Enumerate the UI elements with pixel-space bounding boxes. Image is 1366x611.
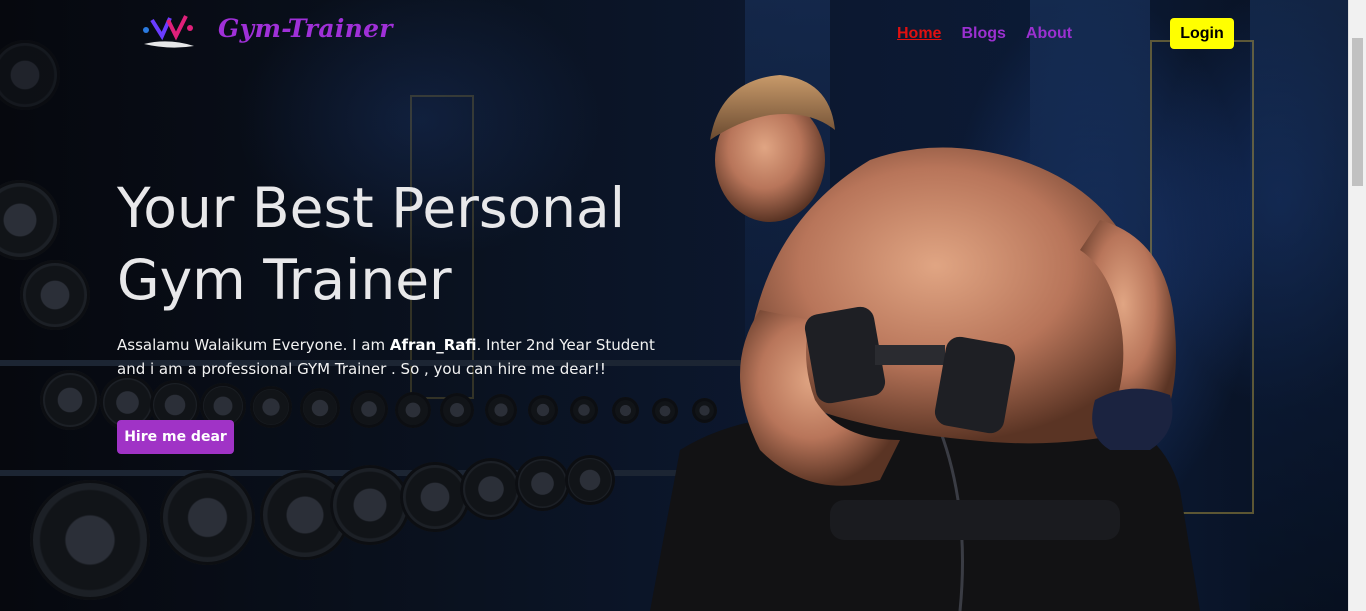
page: Gym-Trainer Home Blogs About Login Your … (0, 0, 1366, 611)
hero-description: Assalamu Walaikum Everyone. I am Afran_R… (117, 333, 662, 381)
hire-me-button[interactable]: Hire me dear (117, 420, 234, 454)
nav-link-about[interactable]: About (1026, 25, 1072, 43)
hero-title-line-1: Your Best Personal (117, 176, 625, 240)
nav-link-home[interactable]: Home (897, 25, 941, 43)
login-button[interactable]: Login (1170, 18, 1234, 49)
brand-logo-icon[interactable] (138, 12, 198, 54)
athlete-photo (650, 75, 1200, 611)
scrollbar-thumb[interactable] (1352, 38, 1363, 186)
hero-title-line-2: Gym Trainer (117, 248, 452, 312)
main-nav: Home Blogs About (897, 25, 1072, 43)
vertical-scrollbar[interactable] (1348, 0, 1366, 611)
nav-link-blogs[interactable]: Blogs (961, 25, 1005, 43)
hero-text-intro: Assalamu Walaikum Everyone. I am (117, 336, 390, 354)
trainer-name: Afran_Rafi (389, 336, 477, 354)
hero-title: Your Best Personal Gym Trainer (117, 172, 677, 316)
brand-name[interactable]: Gym-Trainer (218, 14, 393, 43)
